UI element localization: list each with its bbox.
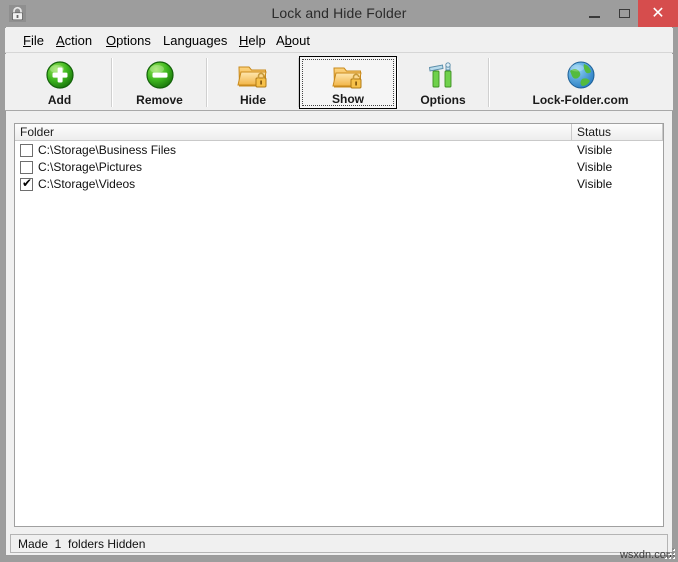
column-header-status[interactable]: Status xyxy=(572,124,663,141)
folder-list[interactable]: Folder Status C:\Storage\Business Files V… xyxy=(14,123,664,527)
menu-item-action[interactable]: Action xyxy=(50,28,98,53)
toolbar-button-options[interactable]: Options xyxy=(397,56,489,109)
close-icon: ✕ xyxy=(651,5,665,22)
toolbar-button-label: Remove xyxy=(136,93,183,107)
table-row[interactable]: C:\Storage\Pictures Visible xyxy=(15,159,663,176)
row-checkbox[interactable] xyxy=(20,144,33,157)
menu-item-options[interactable]: Options xyxy=(100,28,157,53)
row-folder-path: C:\Storage\Pictures xyxy=(38,160,143,174)
toolbar-button-hide[interactable]: Hide xyxy=(207,56,299,109)
toolbar-button-label: Add xyxy=(47,93,72,107)
toolbar-button-label: Lock-Folder.com xyxy=(532,93,629,107)
row-status: Visible xyxy=(577,143,613,157)
green-minus-circle-icon xyxy=(145,61,174,89)
row-checkbox[interactable]: ✔ xyxy=(20,176,33,191)
row-checkbox[interactable] xyxy=(20,161,33,174)
toolbar-button-add[interactable]: Add xyxy=(7,56,112,109)
status-message: Made 1 folders Hidden xyxy=(18,537,146,551)
row-status: Visible xyxy=(577,160,613,174)
resize-grip[interactable] xyxy=(662,546,676,560)
list-header: Folder Status xyxy=(15,124,663,141)
toolbar-button-label: Hide xyxy=(239,93,266,107)
table-row[interactable]: ✔ C:\Storage\Videos Visible xyxy=(15,176,663,193)
application-window: Lock and Hide Folder ✕ File Action Options… xyxy=(0,0,678,562)
folder-lock-icon xyxy=(237,66,267,88)
toolbar-button-remove[interactable]: Remove xyxy=(112,56,207,109)
maximize-button[interactable] xyxy=(609,0,640,27)
globe-icon xyxy=(567,61,594,89)
toolbar-button-label: Options xyxy=(420,93,466,107)
row-status: Visible xyxy=(577,177,613,191)
toolbar-button-lock-folder-com[interactable]: Lock-Folder.com xyxy=(489,56,672,109)
checkmark-icon: ✔ xyxy=(22,176,33,190)
window-title: Lock and Hide Folder xyxy=(271,5,407,21)
toolbar-button-show[interactable]: Show xyxy=(299,56,397,109)
maximize-icon xyxy=(619,9,630,18)
title-bar[interactable]: Lock and Hide Folder ✕ xyxy=(0,0,678,27)
menu-item-help[interactable]: Help xyxy=(233,28,272,53)
toolbar: Add Remove Hide Show Options Lock-Folder.com xyxy=(5,54,673,111)
table-row[interactable]: C:\Storage\Business Files Visible xyxy=(15,142,663,159)
folder-unlock-icon xyxy=(332,67,362,89)
close-button[interactable]: ✕ xyxy=(638,0,678,27)
menu-item-file[interactable]: File xyxy=(17,28,50,53)
menu-item-about[interactable]: About xyxy=(270,28,316,53)
status-bar: Made 1 folders Hidden xyxy=(10,534,668,553)
minimize-icon xyxy=(589,16,600,18)
menu-item-languages[interactable]: Languages xyxy=(157,28,233,53)
minimize-button[interactable] xyxy=(579,0,610,27)
green-plus-circle-icon xyxy=(45,61,74,89)
row-folder-path: C:\Storage\Videos xyxy=(38,177,136,191)
tools-icon xyxy=(428,62,452,88)
toolbar-button-label: Show xyxy=(332,92,364,106)
column-header-folder[interactable]: Folder xyxy=(15,124,572,141)
row-folder-path: C:\Storage\Business Files xyxy=(38,143,177,157)
menu-bar: File Action Options Languages Help About xyxy=(5,28,673,53)
